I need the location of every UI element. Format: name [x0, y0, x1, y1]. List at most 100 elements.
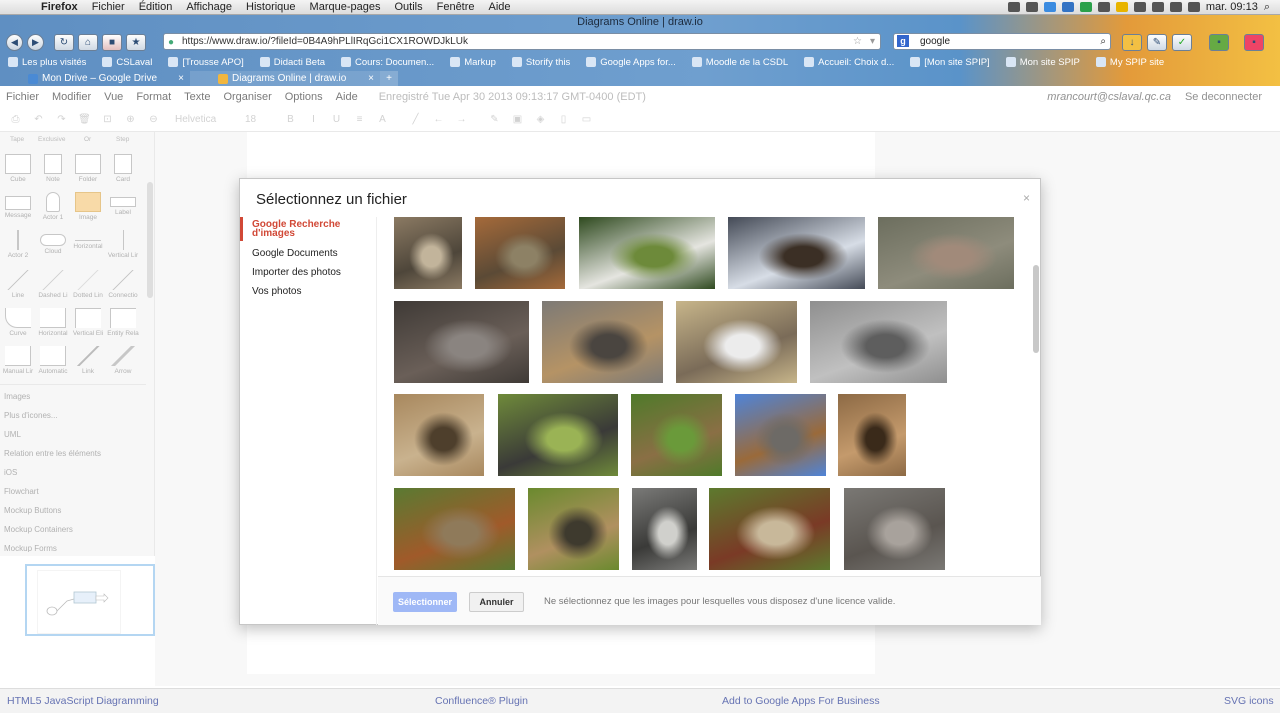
bookmark-item[interactable]: [Mon site SPIP] — [902, 57, 997, 68]
battery-icon[interactable] — [1097, 2, 1110, 12]
evernote-icon[interactable] — [1025, 2, 1038, 12]
drive-tab-icon — [28, 74, 38, 84]
select-button[interactable]: Sélectionner — [393, 592, 457, 612]
google-icon[interactable]: g — [897, 35, 909, 47]
url-bar[interactable]: ● https://www.draw.io/?fileId=0B4A9hPLlI… — [163, 33, 881, 50]
image-thumbnail-squirrel[interactable] — [394, 394, 484, 476]
menu-historique[interactable]: Historique — [239, 1, 303, 13]
nav-upload-photos[interactable]: Importer des photos — [240, 263, 376, 282]
close-icon[interactable]: × — [1023, 191, 1030, 205]
forward-icon[interactable]: ▶ — [27, 33, 44, 51]
search-value: google — [920, 36, 951, 47]
image-thumbnail-elk-in-snow[interactable] — [728, 217, 865, 289]
image-thumbnail-chipmunk[interactable] — [528, 488, 619, 570]
tab-google-drive[interactable]: Mon Drive – Google Drive × — [0, 71, 190, 86]
nav-google-image-search[interactable]: Google Recherche d'images — [240, 217, 376, 241]
search-bar[interactable]: g google ⌕ — [893, 33, 1111, 50]
bookmark-item[interactable]: Les plus visités — [0, 57, 94, 68]
mac-menubar: Firefox Fichier Édition Affichage Histor… — [0, 0, 1280, 15]
drive-icon[interactable] — [1115, 2, 1128, 12]
bookmark-icon — [450, 57, 461, 67]
menu-aide[interactable]: Aide — [482, 1, 518, 13]
nav-google-documents[interactable]: Google Documents — [240, 244, 376, 263]
footer-link-svg-icons[interactable]: SVG icons — [1224, 695, 1274, 707]
home-icon[interactable]: ⌂ — [78, 33, 98, 51]
image-thumbnail-skunk[interactable] — [579, 217, 715, 289]
bookmark-icon — [341, 57, 351, 67]
download-icon[interactable]: ↓ — [1122, 33, 1142, 51]
spotlight-icon[interactable]: ⌕ — [1264, 1, 1270, 14]
bird-icon[interactable] — [1043, 2, 1056, 12]
dialog-footer: Sélectionner Annuler Ne sélectionnez que… — [378, 576, 1041, 625]
search-icon[interactable]: ⌕ — [1100, 34, 1106, 49]
bookmark-icon — [511, 57, 522, 67]
star-icon[interactable]: ☆ — [853, 34, 862, 49]
gallery-scrollbar[interactable] — [1033, 265, 1039, 353]
close-tab-icon[interactable]: × — [178, 71, 184, 86]
menubar-clock[interactable]: mar. 09:13 — [1206, 1, 1258, 13]
image-thumbnail-bat[interactable] — [838, 394, 906, 476]
extension-icon[interactable]: ▪ — [1209, 33, 1229, 51]
image-thumbnail-seal-on-rock[interactable] — [394, 301, 529, 383]
menu-fichier[interactable]: Fichier — [85, 1, 132, 13]
firefox-menu-icon[interactable]: ▪ — [1244, 33, 1264, 51]
menu-outils[interactable]: Outils — [387, 1, 429, 13]
menu-fenetre[interactable]: Fenêtre — [430, 1, 482, 13]
image-thumbnail-chipmunk-on-rock[interactable] — [844, 488, 945, 570]
bookmark-icon — [102, 57, 113, 67]
volume-icon[interactable] — [1187, 2, 1200, 12]
footer-link-html5[interactable]: HTML5 JavaScript Diagramming — [7, 695, 159, 707]
bookmark-item[interactable]: Moodle de la CSDL — [684, 57, 796, 68]
bluetooth-icon[interactable] — [1151, 2, 1164, 12]
bookmark-item[interactable]: Mon site SPIP — [998, 57, 1088, 68]
close-tab-icon[interactable]: × — [368, 71, 374, 86]
new-tab-button[interactable]: + — [380, 71, 398, 86]
check-icon[interactable]: ✓ — [1172, 33, 1192, 51]
tab-drawio[interactable]: Diagrams Online | draw.io × — [190, 71, 380, 86]
bookmark-item[interactable]: CSLaval — [94, 57, 160, 68]
footer-link-confluence[interactable]: Confluence® Plugin — [435, 695, 528, 707]
cancel-button[interactable]: Annuler — [469, 592, 524, 612]
dropbox-icon[interactable] — [1061, 2, 1074, 12]
footer-link-google-apps[interactable]: Add to Google Apps For Business — [722, 695, 880, 707]
firefox-window-chrome: Diagrams Online | draw.io ◀ ▶ ↻ ⌂ ■ ★ ● … — [0, 15, 1280, 86]
image-thumbnail-chipmunk-on-bowl[interactable] — [676, 301, 797, 383]
sync-icon[interactable] — [1079, 2, 1092, 12]
image-thumbnail-chipmunk-with-leaves[interactable] — [394, 488, 515, 570]
bookmark-item[interactable]: Storify this — [504, 57, 578, 68]
image-thumbnail-rock[interactable] — [810, 301, 947, 383]
bookmark-item[interactable]: Cours: Documen... — [333, 57, 442, 68]
camera-icon[interactable] — [1007, 2, 1020, 12]
image-thumbnail-chipmunk-in-hand[interactable] — [709, 488, 830, 570]
bookmark-item[interactable]: My SPIP site — [1088, 57, 1172, 68]
image-thumbnail-squirrel-blue-sky[interactable] — [735, 394, 826, 476]
image-thumbnail-chipmunk[interactable] — [542, 301, 663, 383]
nav-your-photos[interactable]: Vos photos — [240, 282, 376, 301]
bookmark-item[interactable]: Markup — [442, 57, 504, 68]
image-thumbnail-chipmunk-in-grass[interactable] — [631, 394, 722, 476]
image-thumbnail-raccoon[interactable] — [632, 488, 697, 570]
back-icon[interactable]: ◀ — [6, 33, 23, 51]
image-thumbnail-chipmunk[interactable] — [394, 217, 462, 289]
addon-icon[interactable]: ✎ — [1147, 33, 1167, 51]
menu-edition[interactable]: Édition — [132, 1, 180, 13]
bookmark-item[interactable]: Accueil: Choix d... — [796, 57, 902, 68]
image-thumbnail-red-squirrel[interactable] — [475, 217, 565, 289]
bookmark-item[interactable]: Didacti Beta — [252, 57, 333, 68]
bookmark-item[interactable]: [Trousse APO] — [160, 57, 251, 68]
shield-icon[interactable]: ■ — [102, 33, 122, 51]
dropdown-icon[interactable]: ▾ — [870, 34, 875, 49]
navigation-toolbar: ◀ ▶ ↻ ⌂ ■ ★ ● https://www.draw.io/?fileI… — [0, 32, 1280, 52]
status-tray: mar. 09:13 ⌕ — [1007, 1, 1280, 14]
time-machine-icon[interactable] — [1133, 2, 1146, 12]
bookmark-item[interactable]: Google Apps for... — [578, 57, 684, 68]
bookmark-star-icon[interactable]: ★ — [126, 33, 146, 51]
menu-affichage[interactable]: Affichage — [179, 1, 239, 13]
app-menu-firefox[interactable]: Firefox — [34, 1, 85, 13]
image-thumbnail-animal-in-grass[interactable] — [498, 394, 618, 476]
menu-marque-pages[interactable]: Marque-pages — [303, 1, 388, 13]
wifi-icon[interactable] — [1169, 2, 1182, 12]
image-thumbnail-deer[interactable] — [878, 217, 1014, 289]
reload-icon[interactable]: ↻ — [54, 33, 74, 51]
bookmark-icon — [586, 57, 597, 67]
